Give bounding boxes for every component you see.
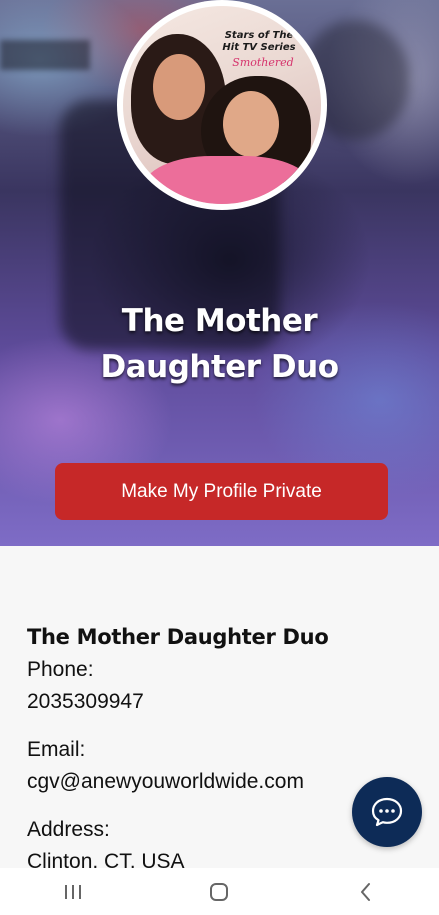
avatar-face-left [153, 54, 205, 120]
home-button[interactable] [189, 872, 249, 912]
email-label: Email: [27, 738, 86, 761]
hero-banner: Stars of The Hit TV Series Smothered The… [0, 0, 439, 546]
hero-title-line1: The Mother [121, 303, 318, 339]
back-icon [360, 882, 370, 901]
avatar-dress [143, 156, 313, 204]
avatar-caption-line2: Hit TV Series [222, 42, 296, 53]
back-button[interactable] [336, 872, 396, 912]
hero-title: The Mother Daughter Duo [0, 298, 439, 390]
make-profile-private-button[interactable]: Make My Profile Private [55, 463, 388, 520]
profile-avatar: Stars of The Hit TV Series Smothered [117, 0, 327, 210]
recent-apps-icon [65, 884, 82, 899]
avatar-face-right [223, 91, 279, 157]
avatar-photo: Stars of The Hit TV Series Smothered [123, 6, 321, 204]
phone-value[interactable]: 2035309947 [27, 686, 427, 718]
recent-apps-button[interactable] [43, 872, 103, 912]
profile-name: The Mother Daughter Duo [27, 625, 329, 649]
phone-label: Phone: [27, 658, 94, 681]
avatar-caption: Stars of The Hit TV Series [219, 30, 299, 54]
home-icon [210, 882, 229, 901]
avatar-show-name: Smothered [232, 56, 294, 69]
android-nav-bar [0, 868, 439, 915]
chat-button[interactable] [352, 777, 422, 847]
hero-title-line2: Daughter Duo [100, 349, 339, 385]
camera-backdrop-3 [0, 40, 90, 70]
chat-bubble-icon [371, 797, 403, 827]
avatar-caption-line1: Stars of The [224, 30, 294, 41]
